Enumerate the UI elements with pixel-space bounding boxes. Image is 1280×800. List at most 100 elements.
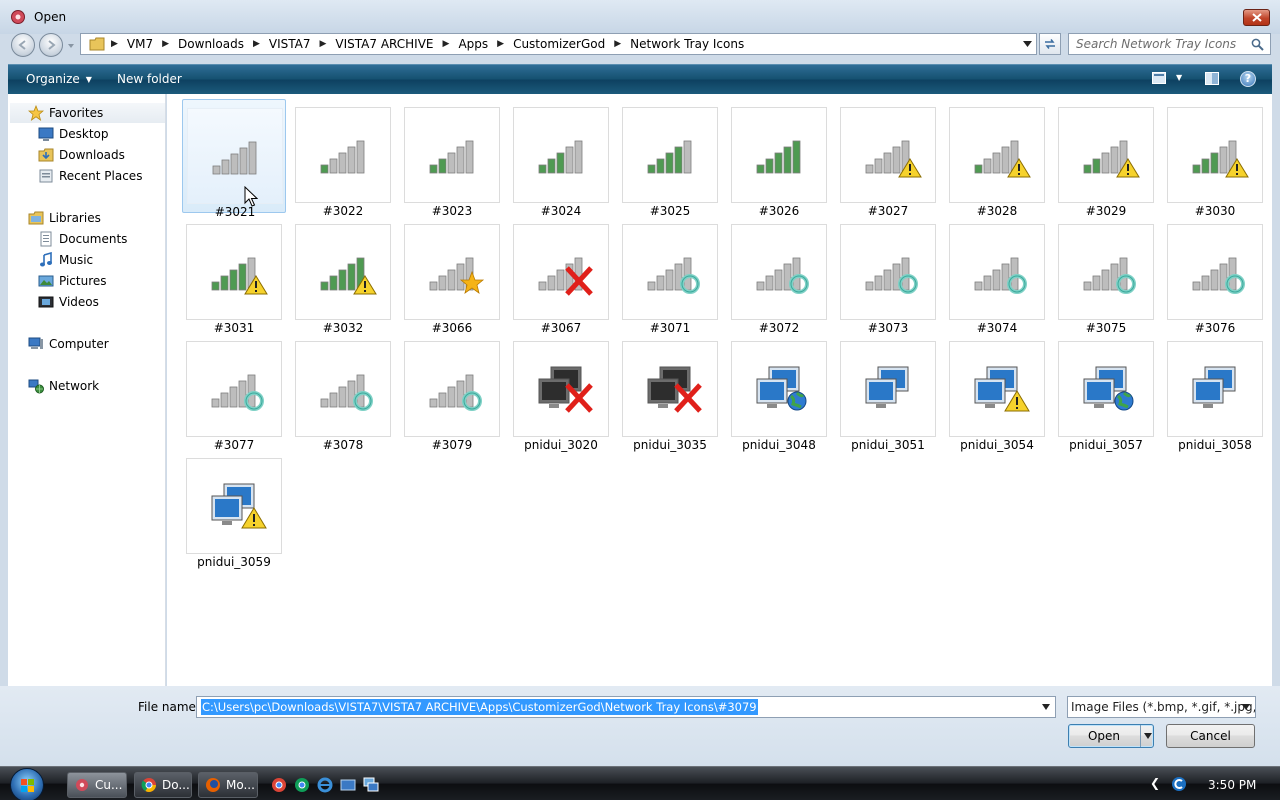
- clock[interactable]: 3:50 PM: [1208, 778, 1256, 792]
- file-tile[interactable]: #3029: [1054, 99, 1158, 218]
- file-tile[interactable]: pnidui_3048: [727, 333, 831, 452]
- file-tile[interactable]: #3024: [509, 99, 613, 218]
- file-type-dropdown-icon[interactable]: [1242, 704, 1250, 710]
- file-tile[interactable]: #3031: [182, 216, 286, 335]
- open-button[interactable]: Open: [1068, 724, 1154, 748]
- quicklaunch-show-desktop-icon[interactable]: [340, 777, 356, 793]
- refresh-button[interactable]: [1039, 33, 1061, 55]
- nav-music[interactable]: Music: [38, 250, 93, 270]
- preview-pane-icon[interactable]: [1205, 72, 1219, 85]
- file-tile[interactable]: #3028: [945, 99, 1049, 218]
- file-name-input[interactable]: C:\Users\pc\Downloads\VISTA7\VISTA7 ARCH…: [196, 696, 1056, 718]
- tray-app-icon[interactable]: [1171, 776, 1187, 792]
- file-tile[interactable]: pnidui_3058: [1163, 333, 1267, 452]
- file-tile[interactable]: #3023: [400, 99, 504, 218]
- file-tile[interactable]: #3067: [509, 216, 613, 335]
- nav-label: Libraries: [49, 211, 101, 225]
- file-tile[interactable]: pnidui_3020: [509, 333, 613, 452]
- file-tile[interactable]: #3022: [291, 99, 395, 218]
- file-tile[interactable]: #3073: [836, 216, 940, 335]
- nav-desktop[interactable]: Desktop: [38, 124, 109, 144]
- quicklaunch-ie-icon[interactable]: [317, 777, 333, 793]
- taskbar-item-firefox[interactable]: Mo...: [198, 772, 258, 798]
- file-tile[interactable]: #3030: [1163, 99, 1267, 218]
- file-tile[interactable]: #3072: [727, 216, 831, 335]
- tray-expand-chevron-icon[interactable]: ❮: [1150, 776, 1160, 790]
- nav-libraries[interactable]: Libraries: [28, 208, 101, 228]
- breadcrumb-separator[interactable]: ▶: [111, 39, 118, 49]
- nav-videos[interactable]: Videos: [38, 292, 99, 312]
- nav-network[interactable]: Network: [28, 376, 99, 396]
- file-name-label: File name:: [138, 700, 200, 714]
- quicklaunch-switch-windows-icon[interactable]: [363, 777, 379, 793]
- file-type-select[interactable]: Image Files (*.bmp, *.gif, *.jpg,: [1067, 696, 1256, 718]
- file-name-value[interactable]: C:\Users\pc\Downloads\VISTA7\VISTA7 ARCH…: [201, 699, 758, 715]
- taskbar-item-label: Cu...: [95, 778, 123, 792]
- pictures-icon: [38, 275, 54, 287]
- close-button[interactable]: [1243, 9, 1270, 26]
- breadcrumb-vista7[interactable]: VISTA7 ▶: [269, 37, 336, 51]
- breadcrumb-vm7[interactable]: VM7 ▶: [127, 37, 178, 51]
- file-tile[interactable]: #3025: [618, 99, 722, 218]
- new-folder-button[interactable]: New folder: [117, 72, 182, 86]
- open-options-chevron-icon[interactable]: [1144, 733, 1152, 739]
- nav-computer[interactable]: Computer: [28, 334, 109, 354]
- address-bar[interactable]: ▶ VM7 ▶ Downloads ▶ VISTA7 ▶ VISTA7 ARCHIVE…: [80, 33, 1037, 55]
- forward-button[interactable]: [39, 33, 63, 57]
- file-tile[interactable]: pnidui_3059: [182, 450, 286, 569]
- nav-recent-places[interactable]: Recent Places: [38, 166, 142, 186]
- file-tile[interactable]: pnidui_3051: [836, 333, 940, 452]
- address-dropdown-icon[interactable]: [1023, 40, 1032, 48]
- breadcrumb-vista7-archive[interactable]: VISTA7 ARCHIVE ▶: [335, 37, 458, 51]
- cancel-button[interactable]: Cancel: [1166, 724, 1255, 748]
- nav-pictures[interactable]: Pictures: [38, 271, 107, 291]
- search-box[interactable]: [1068, 33, 1271, 55]
- split-divider: [1140, 725, 1141, 747]
- videos-icon: [38, 296, 54, 308]
- file-name-dropdown-icon[interactable]: [1042, 704, 1050, 710]
- file-tile[interactable]: #3032: [291, 216, 395, 335]
- file-tile[interactable]: pnidui_3057: [1054, 333, 1158, 452]
- file-tile[interactable]: #3077: [182, 333, 286, 452]
- network-warning-icon: [974, 366, 1030, 412]
- file-tile[interactable]: #3066: [400, 216, 504, 335]
- nav-favorites[interactable]: Favorites: [28, 103, 103, 123]
- file-thumbnail: [513, 341, 609, 437]
- file-type-value: Image Files (*.bmp, *.gif, *.jpg,: [1071, 700, 1256, 714]
- file-tile[interactable]: #3076: [1163, 216, 1267, 335]
- start-button[interactable]: [10, 768, 44, 800]
- file-tile[interactable]: #3026: [727, 99, 831, 218]
- search-icon[interactable]: [1251, 38, 1264, 51]
- search-input[interactable]: [1069, 34, 1244, 54]
- views-chevron-icon[interactable]: ▼: [1176, 73, 1182, 82]
- quicklaunch-chrome-alt-icon[interactable]: [294, 777, 310, 793]
- taskbar-item-customizergod[interactable]: Cu...: [67, 772, 127, 798]
- breadcrumb-apps[interactable]: Apps ▶: [458, 37, 513, 51]
- quicklaunch-chrome-icon[interactable]: [271, 777, 287, 793]
- recent-pages-chevron-icon[interactable]: [67, 42, 75, 50]
- chevron-down-icon: ▼: [85, 74, 92, 84]
- organize-button[interactable]: Organize ▼: [26, 72, 92, 86]
- file-tile[interactable]: #3027: [836, 99, 940, 218]
- file-thumbnail: [187, 108, 283, 204]
- command-toolbar: Organize ▼ New folder ▼ ?: [8, 64, 1272, 94]
- nav-documents[interactable]: Documents: [38, 229, 127, 249]
- file-tile[interactable]: pnidui_3054: [945, 333, 1049, 452]
- file-tile[interactable]: #3079: [400, 333, 504, 452]
- breadcrumb-customizergod[interactable]: CustomizerGod ▶: [513, 37, 630, 51]
- file-tile[interactable]: pnidui_3035: [618, 333, 722, 452]
- file-tile[interactable]: #3074: [945, 216, 1049, 335]
- file-tile[interactable]: #3075: [1054, 216, 1158, 335]
- file-name: pnidui_3054: [960, 438, 1034, 452]
- file-tile[interactable]: #3021: [182, 99, 286, 219]
- breadcrumb-downloads[interactable]: Downloads ▶: [178, 37, 269, 51]
- views-icon[interactable]: [1152, 72, 1166, 84]
- back-button[interactable]: [11, 33, 35, 57]
- breadcrumb-network-tray-icons[interactable]: Network Tray Icons: [630, 37, 744, 51]
- taskbar-item-chrome[interactable]: Do...: [134, 772, 192, 798]
- help-icon[interactable]: ?: [1240, 71, 1256, 87]
- file-name: pnidui_3020: [524, 438, 598, 452]
- file-tile[interactable]: #3078: [291, 333, 395, 452]
- file-tile[interactable]: #3071: [618, 216, 722, 335]
- nav-downloads[interactable]: Downloads: [38, 145, 125, 165]
